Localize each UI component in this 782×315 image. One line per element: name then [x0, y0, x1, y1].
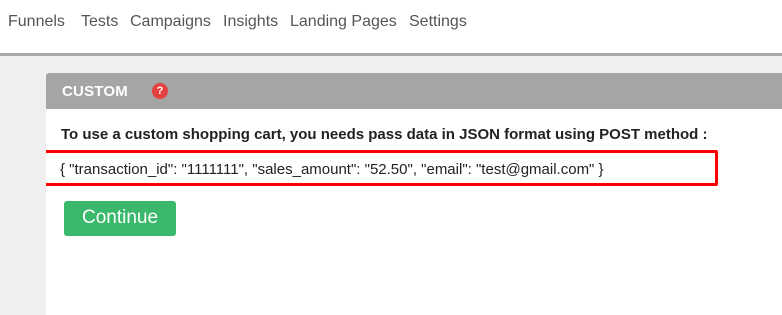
help-icon[interactable]: ? [152, 83, 168, 99]
nav-item-tests[interactable]: Tests [81, 13, 118, 31]
nav-item-settings[interactable]: Settings [409, 13, 467, 31]
nav-item-campaigns[interactable]: Campaigns [130, 13, 211, 31]
instructions-text: To use a custom shopping cart, you needs… [61, 126, 708, 143]
panel-header: CUSTOM ? [46, 73, 782, 109]
top-navigation: Funnels Tests Campaigns Insights Landing… [0, 0, 782, 53]
nav-item-insights[interactable]: Insights [223, 13, 278, 31]
panel-title: CUSTOM [62, 83, 128, 100]
nav-item-landing-pages[interactable]: Landing Pages [290, 13, 397, 31]
json-example-text: { "transaction_id": "1111111", "sales_am… [60, 161, 604, 178]
custom-cart-panel: CUSTOM ? To use a custom shopping cart, … [46, 73, 782, 315]
nav-item-funnels[interactable]: Funnels [8, 13, 65, 31]
continue-button[interactable]: Continue [64, 201, 176, 236]
